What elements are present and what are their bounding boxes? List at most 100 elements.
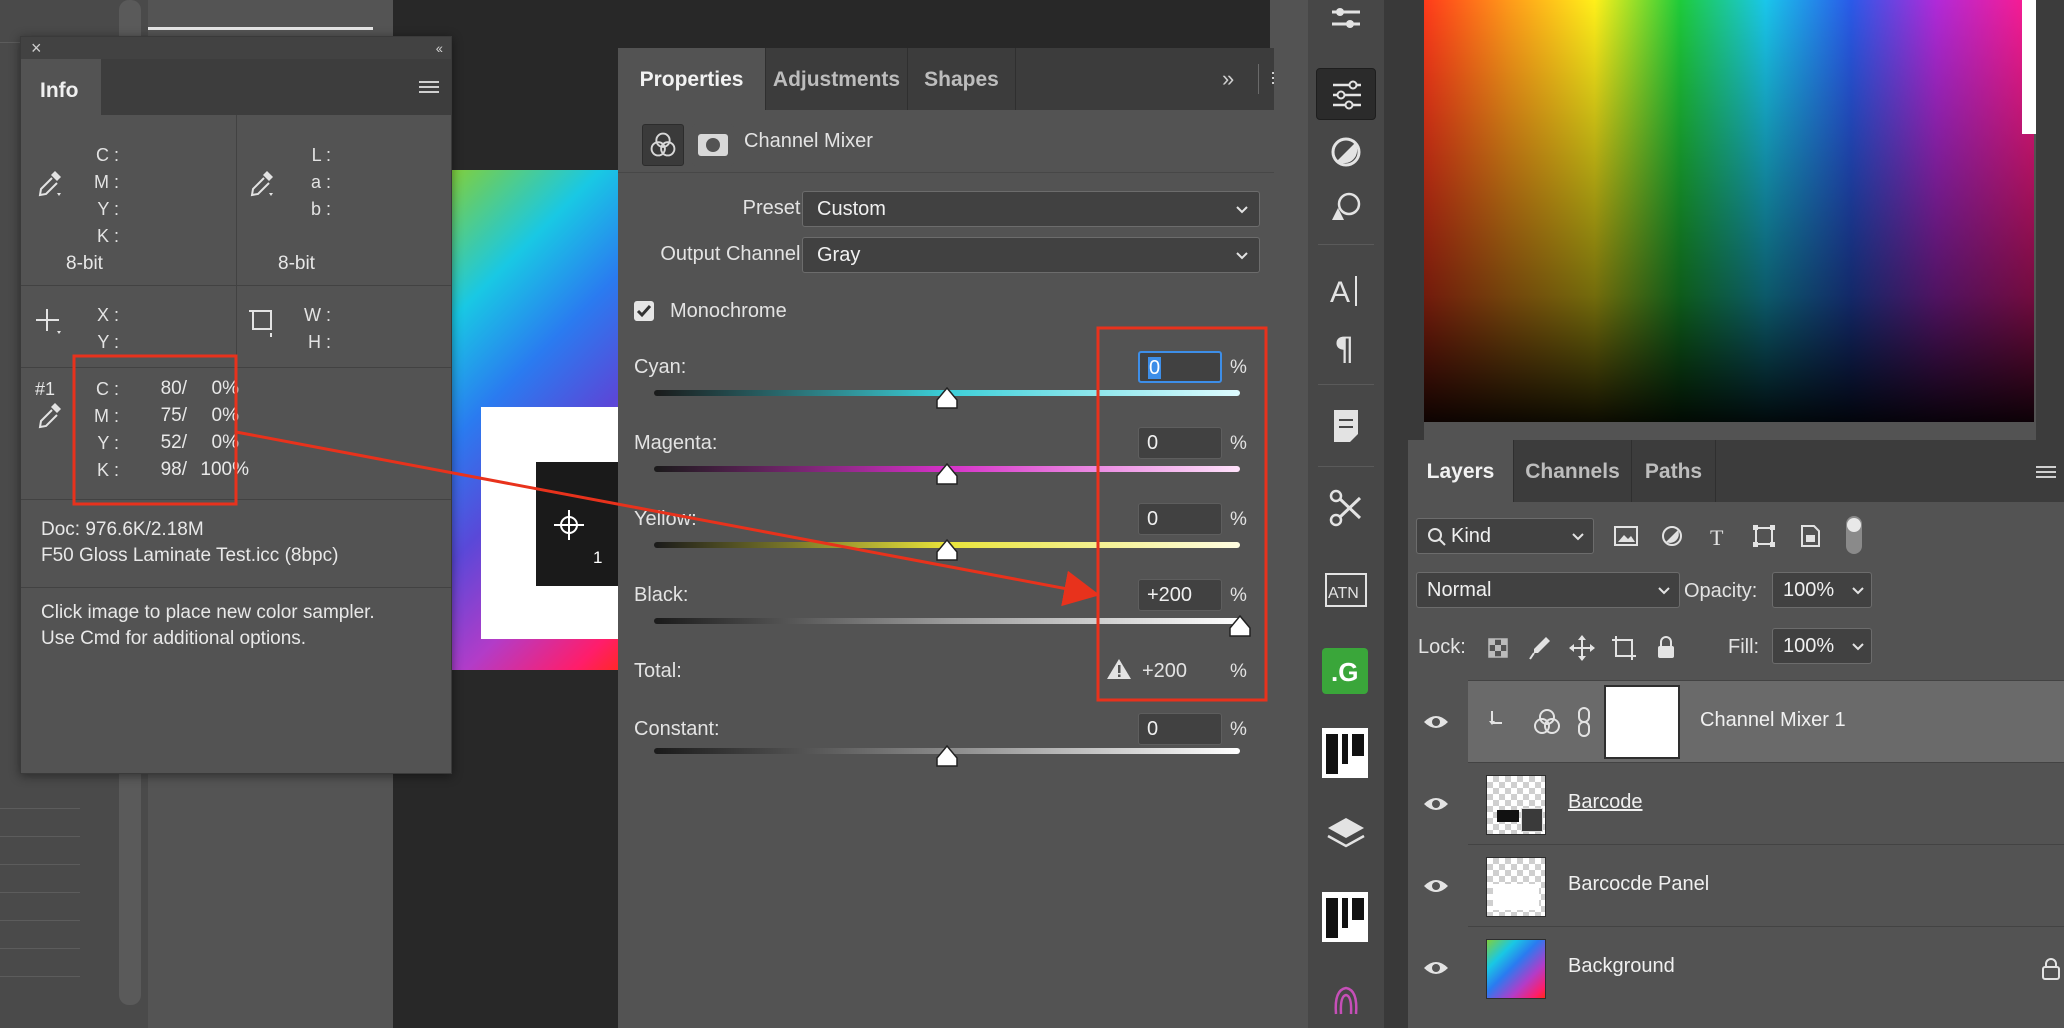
styles-icon[interactable] — [1316, 126, 1376, 178]
x-label: X : — [96, 305, 119, 325]
shapes-icon[interactable] — [1316, 182, 1376, 234]
preset-label: Preset: — [742, 197, 806, 219]
preset-dropdown[interactable]: Custom — [802, 191, 1260, 227]
plugin-pip-icon — [1326, 734, 1364, 774]
collapse-icon[interactable]: ‹‹ — [436, 37, 443, 59]
plugin-pip-button-2[interactable] — [1322, 892, 1368, 942]
plugin-g-button[interactable]: .G — [1322, 648, 1368, 694]
adjustment-title: Channel Mixer — [744, 130, 873, 152]
pixel-layer-filter-icon[interactable] — [1612, 522, 1640, 550]
magenta-value-input[interactable]: 0 — [1138, 427, 1222, 459]
color-spectrum-field[interactable] — [1424, 0, 2034, 422]
layer-name[interactable]: Barcode — [1568, 791, 1643, 814]
opacity-input[interactable]: 100% — [1772, 572, 1872, 608]
layer-row[interactable]: Barcode — [1468, 762, 2064, 844]
visibility-eye-icon[interactable] — [1422, 712, 1450, 732]
shape-layer-filter-icon[interactable] — [1750, 522, 1778, 550]
lab-a-label: a : — [310, 172, 331, 192]
properties-content: Preset: Custom Output Channel: Gray Mono… — [618, 173, 1274, 1028]
color-swatch-white[interactable] — [2022, 0, 2036, 134]
adjustments-panel-button[interactable] — [1316, 68, 1376, 120]
adjustment-layer-filter-icon[interactable] — [1658, 522, 1686, 550]
expand-panels-icon[interactable]: » — [1222, 66, 1234, 92]
tab-adjustments[interactable]: Adjustments — [766, 48, 908, 110]
layer-mask-thumbnail[interactable] — [1604, 685, 1680, 759]
lock-position-icon[interactable] — [1568, 634, 1596, 662]
smart-object-filter-icon[interactable] — [1796, 522, 1824, 550]
close-icon[interactable]: × — [31, 37, 42, 59]
blend-mode-dropdown[interactable]: Normal — [1416, 572, 1680, 608]
black-slider-track[interactable] — [654, 618, 1240, 624]
visibility-eye-icon[interactable] — [1422, 958, 1450, 978]
black-slider-label: Black: — [634, 584, 689, 606]
lock-label: Lock: — [1418, 636, 1466, 658]
lock-artboard-icon[interactable] — [1610, 634, 1638, 662]
visibility-eye-icon[interactable] — [1422, 876, 1450, 896]
lock-icon — [2042, 958, 2060, 980]
fingerprint-icon[interactable] — [1316, 974, 1376, 1026]
cyan-value: 0 — [1148, 357, 1162, 379]
mask-icon[interactable] — [692, 124, 734, 166]
yellow-value-input[interactable]: 0 — [1138, 503, 1222, 535]
cyan-slider-thumb[interactable] — [935, 386, 959, 410]
constant-value-input[interactable]: 0 — [1138, 713, 1222, 745]
properties-header: Channel Mixer — [618, 110, 1274, 172]
visibility-eye-icon[interactable] — [1422, 794, 1450, 814]
fill-input[interactable]: 100% — [1772, 628, 1872, 664]
black-value-input[interactable]: +200 — [1138, 579, 1222, 611]
layer-name[interactable]: Barcocde Panel — [1568, 873, 1709, 896]
black-label: K : — [96, 226, 119, 246]
link-icon[interactable] — [1576, 705, 1592, 739]
tab-shapes[interactable]: Shapes — [908, 48, 1016, 110]
constant-slider-thumb[interactable] — [935, 744, 959, 768]
channel-mixer-icon[interactable] — [642, 124, 684, 166]
lock-image-pixels-icon[interactable] — [1526, 634, 1554, 662]
tab-layers[interactable]: Layers — [1408, 440, 1514, 502]
lab-l-label: L : — [311, 145, 331, 165]
layer-name[interactable]: Channel Mixer 1 — [1700, 709, 1846, 732]
layer-thumbnail — [1486, 857, 1546, 917]
lock-transparent-pixels-icon[interactable] — [1484, 634, 1512, 662]
layer-filter-kind[interactable]: Kind — [1416, 518, 1594, 554]
layer-row[interactable]: Channel Mixer 1 — [1468, 680, 2064, 762]
layers-stack-icon[interactable] — [1316, 808, 1376, 860]
blend-mode-value: Normal — [1427, 579, 1492, 601]
svg-text:¶: ¶ — [1334, 330, 1354, 368]
notes-icon[interactable] — [1316, 400, 1376, 452]
output-channel-dropdown[interactable]: Gray — [802, 237, 1260, 273]
monochrome-checkbox[interactable] — [634, 301, 654, 321]
tab-channels[interactable]: Channels — [1514, 440, 1632, 502]
filter-toggle[interactable] — [1846, 516, 1862, 554]
properties-panel-icon[interactable] — [1316, 0, 1376, 52]
panel-menu-icon[interactable] — [419, 81, 439, 95]
actions-icon[interactable]: ATN — [1316, 564, 1376, 616]
type-layer-filter-icon[interactable]: T — [1704, 522, 1732, 550]
layer-row[interactable]: Barcocde Panel — [1468, 844, 2064, 926]
plugin-pip-button[interactable] — [1322, 728, 1368, 778]
layer-row[interactable]: Background — [1468, 926, 2064, 1008]
character-icon[interactable]: A — [1316, 264, 1376, 316]
cmyk-bit-depth[interactable]: 8-bit — [66, 253, 103, 275]
yellow-slider-thumb[interactable] — [935, 538, 959, 562]
svg-text:T: T — [1710, 525, 1724, 550]
yellow-percent: % — [1230, 509, 1247, 530]
sampler-m-after: 0% — [211, 405, 239, 426]
layer-name[interactable]: Background — [1568, 955, 1675, 978]
selection-size-icon — [249, 310, 272, 337]
panel-menu-icon[interactable] — [2036, 466, 2056, 480]
info-titlebar[interactable]: × ‹‹ — [21, 37, 451, 59]
document-tab[interactable] — [148, 27, 373, 30]
lab-bit-depth[interactable]: 8-bit — [278, 253, 315, 275]
svg-text:A: A — [1330, 276, 1350, 309]
tab-info[interactable]: Info — [21, 59, 101, 115]
warning-icon — [1107, 659, 1131, 679]
tab-properties[interactable]: Properties — [618, 48, 766, 110]
lock-all-icon[interactable] — [1652, 634, 1680, 662]
black-slider-thumb[interactable] — [1228, 614, 1252, 638]
magenta-slider-thumb[interactable] — [935, 462, 959, 486]
color-sampler-icon[interactable] — [554, 510, 584, 540]
tool-presets-icon[interactable] — [1316, 482, 1376, 534]
paragraph-icon[interactable]: ¶ — [1316, 320, 1376, 372]
tab-paths[interactable]: Paths — [1632, 440, 1716, 502]
cyan-value-input[interactable]: 0 — [1138, 351, 1222, 383]
